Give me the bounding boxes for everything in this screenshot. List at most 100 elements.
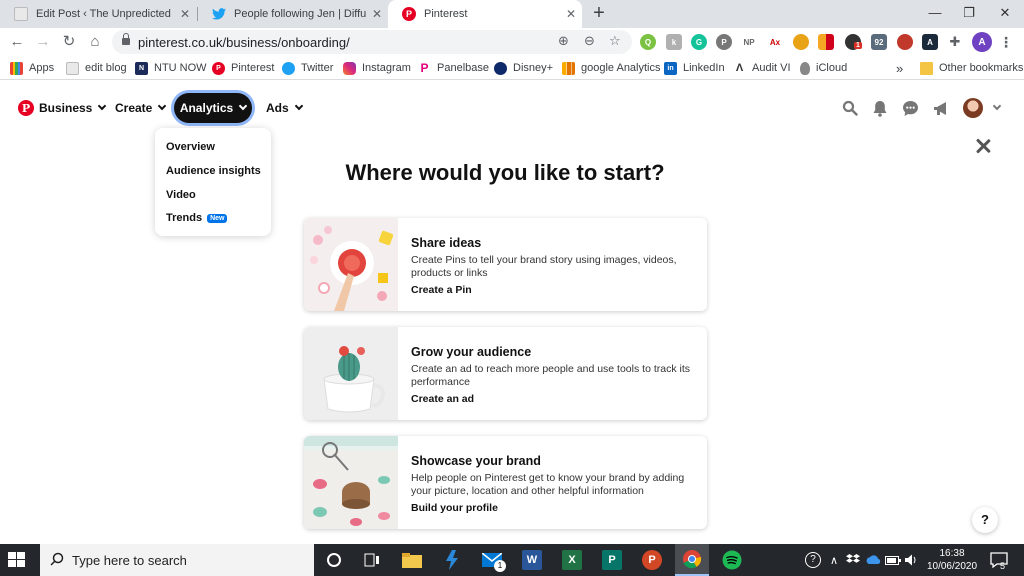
onedrive-icon[interactable] xyxy=(864,544,882,576)
twitter-icon xyxy=(212,7,226,21)
powerpoint-icon[interactable]: P xyxy=(640,548,664,572)
back-icon[interactable]: ← xyxy=(6,31,28,53)
excel-icon[interactable]: X xyxy=(560,548,584,572)
address-bar[interactable]: pinterest.co.uk/business/onboarding/ xyxy=(112,30,632,54)
business-nav[interactable]: P Business xyxy=(18,98,107,118)
extension-q-icon[interactable]: Q xyxy=(640,34,656,50)
ax-icon[interactable]: Ax xyxy=(767,34,783,50)
bookmark-label: Other bookmarks xyxy=(939,62,1024,74)
show-hidden-icons[interactable]: ∧ xyxy=(826,544,842,576)
extension-badge-icon[interactable]: 1 xyxy=(845,34,862,50)
add-icon[interactable]: ⊕ xyxy=(558,33,569,49)
file-explorer-icon[interactable] xyxy=(400,548,424,572)
pinterest-save-icon[interactable]: P xyxy=(716,34,732,50)
megaphone-icon[interactable] xyxy=(932,99,950,117)
build-profile-link[interactable]: Build your profile xyxy=(411,502,498,514)
bookmark-star-icon[interactable]: ☆ xyxy=(609,33,621,49)
share-ideas-card[interactable]: Share ideas Create Pins to tell your bra… xyxy=(304,218,707,311)
bookmark-instagram[interactable]: Instagram xyxy=(343,60,411,76)
menu-item-overview[interactable]: Overview xyxy=(166,141,215,153)
pinterest-header: P Business Create Analytics Ads xyxy=(0,81,1024,135)
color-bars-icon[interactable] xyxy=(818,34,834,50)
browser-tab-edit-post[interactable]: Edit Post ‹ The Unpredicted page ✕ xyxy=(0,0,196,28)
bookmark-ntu-now[interactable]: N NTU NOW xyxy=(135,60,207,76)
create-pin-link[interactable]: Create a Pin xyxy=(411,284,472,296)
bookmark-disney[interactable]: Disney+ xyxy=(494,60,553,76)
bookmark-apps[interactable]: Apps xyxy=(10,60,54,76)
windows-start-icon[interactable] xyxy=(8,552,26,568)
help-tray-icon[interactable]: ? xyxy=(800,544,826,576)
bookmark-linkedin[interactable]: in LinkedIn xyxy=(664,60,725,76)
close-tab-icon[interactable]: ✕ xyxy=(560,7,582,21)
close-tab-icon[interactable]: ✕ xyxy=(174,7,196,21)
browser-tab-twitter[interactable]: People following Jen | Diffusing t ✕ xyxy=(198,0,388,28)
apple-icon xyxy=(800,61,810,75)
cortana-icon[interactable] xyxy=(322,548,346,572)
close-tab-icon[interactable]: ✕ xyxy=(366,7,388,21)
analytics-nav-button[interactable]: Analytics xyxy=(174,93,252,123)
grammarly-icon[interactable]: G xyxy=(691,34,707,50)
volume-icon[interactable] xyxy=(904,544,920,576)
dropbox-icon[interactable] xyxy=(844,544,862,576)
ads-nav[interactable]: Ads xyxy=(266,98,303,118)
minimize-window-icon[interactable]: — xyxy=(918,0,952,28)
extension-92-icon[interactable]: 92 xyxy=(871,34,887,50)
messages-icon[interactable] xyxy=(901,99,919,117)
puzzle-icon[interactable]: ✚ xyxy=(947,34,963,50)
extension-a-icon[interactable]: A xyxy=(922,34,938,50)
word-icon[interactable]: W xyxy=(520,548,544,572)
fox-extension-icon[interactable] xyxy=(793,34,809,50)
extension-red-icon[interactable] xyxy=(897,34,913,50)
bookmark-twitter[interactable]: Twitter xyxy=(282,60,333,76)
forward-icon[interactable]: → xyxy=(32,31,54,53)
bookmark-icloud[interactable]: iCloud xyxy=(800,60,847,76)
chrome-icon[interactable] xyxy=(675,544,709,576)
taskbar-search-box[interactable]: Type here to search xyxy=(40,544,314,576)
taskbar-clock[interactable]: 16:38 10/06/2020 xyxy=(920,547,984,573)
showcase-brand-image xyxy=(304,436,398,529)
menu-item-video[interactable]: Video xyxy=(166,189,196,201)
notifications-bell-icon[interactable] xyxy=(871,99,889,117)
browser-menu-icon[interactable]: ⋮ xyxy=(998,34,1014,50)
bookmark-label: edit blog xyxy=(85,62,127,74)
account-chevron-icon[interactable] xyxy=(988,99,1006,117)
menu-item-trends[interactable]: Trends New xyxy=(166,212,228,224)
publisher-icon[interactable]: P xyxy=(600,548,624,572)
showcase-brand-card[interactable]: Showcase your brand Help people on Pinte… xyxy=(304,436,707,529)
pinterest-logo-icon: P xyxy=(18,100,34,116)
create-ad-link[interactable]: Create an ad xyxy=(411,393,474,405)
close-window-icon[interactable]: ✕ xyxy=(988,0,1022,28)
reload-icon[interactable]: ↻ xyxy=(58,31,80,53)
chevron-down-icon xyxy=(98,101,107,111)
browser-tab-pinterest[interactable]: P Pinterest ✕ xyxy=(388,0,582,28)
search-icon[interactable] xyxy=(841,99,859,117)
profile-avatar[interactable]: A xyxy=(972,32,992,52)
new-badge: New xyxy=(207,213,228,223)
grow-audience-card[interactable]: Grow your audience Create an ad to reach… xyxy=(304,327,707,420)
new-tab-button[interactable]: + xyxy=(589,2,609,24)
bookmark-other[interactable]: Other bookmarks xyxy=(920,60,1023,76)
extension-k-icon[interactable]: k xyxy=(666,34,682,50)
action-center-icon[interactable]: 5 xyxy=(986,544,1012,576)
bookmark-audit-vi[interactable]: Λ Audit VI xyxy=(733,60,791,76)
zoom-icon[interactable]: ⊖ xyxy=(584,33,595,49)
power-automate-icon[interactable] xyxy=(440,548,464,572)
create-nav[interactable]: Create xyxy=(115,98,167,118)
np-icon[interactable]: NP xyxy=(741,34,757,50)
home-icon[interactable]: ⌂ xyxy=(84,31,106,53)
bookmark-pinterest[interactable]: P Pinterest xyxy=(212,60,274,76)
bookmark-google-analytics[interactable]: google Analytics xyxy=(562,60,661,76)
bookmark-label: iCloud xyxy=(816,62,848,74)
card-description: Create an ad to reach more people and us… xyxy=(411,363,690,388)
battery-icon[interactable] xyxy=(884,544,902,576)
restore-window-icon[interactable]: ❐ xyxy=(952,0,986,28)
close-icon[interactable] xyxy=(974,137,992,155)
more-bookmarks-icon[interactable]: » xyxy=(896,60,903,76)
bookmark-edit-blog[interactable]: edit blog xyxy=(66,60,127,76)
mail-icon[interactable]: 1 xyxy=(480,548,506,572)
task-view-icon[interactable] xyxy=(360,548,384,572)
user-avatar[interactable] xyxy=(963,98,983,118)
help-button[interactable]: ? xyxy=(972,507,998,533)
spotify-icon[interactable] xyxy=(720,548,744,572)
bookmark-panelbase[interactable]: P Panelbase xyxy=(418,60,489,76)
